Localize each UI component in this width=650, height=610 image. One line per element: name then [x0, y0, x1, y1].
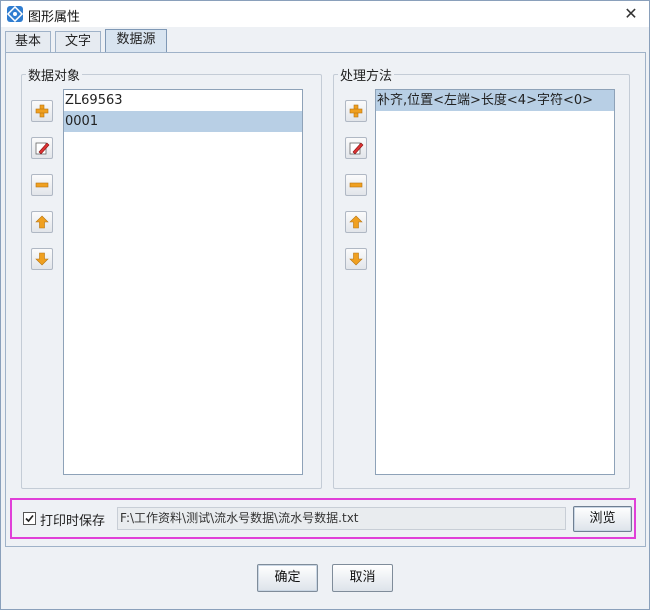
data-objects-list[interactable]: ZL69563 0001 — [63, 89, 303, 475]
app-icon — [7, 6, 23, 22]
footer-bar: 确定 取消 — [1, 547, 649, 609]
processing-group: 处理方法 补齐,位置<左端>长度<4>字符<0> — [333, 65, 630, 489]
data-objects-title: 数据对象 — [26, 65, 83, 84]
save-on-print-label: 打印时保存 — [40, 514, 106, 529]
save-on-print-checkbox[interactable] — [23, 512, 36, 525]
data-objects-group: 数据对象 ZL69563 0001 — [21, 65, 322, 489]
move-up-icon — [35, 215, 49, 229]
cancel-button[interactable]: 取消 — [332, 564, 393, 592]
proc-move-down-button[interactable] — [345, 248, 367, 270]
proc-add-button[interactable] — [345, 100, 367, 122]
browse-button[interactable]: 浏览 — [573, 506, 632, 532]
add-icon — [349, 104, 363, 118]
tab-text[interactable]: 文字 — [55, 31, 101, 53]
remove-icon — [349, 182, 363, 188]
save-path-field[interactable]: F:\工作资料\测试\流水号数据\流水号数据.txt — [117, 507, 566, 530]
edit-icon — [349, 142, 364, 155]
checkmark-icon — [25, 514, 34, 523]
ok-button[interactable]: 确定 — [257, 564, 318, 592]
title-bar: 图形属性 ✕ — [1, 1, 649, 27]
close-button[interactable]: ✕ — [621, 4, 641, 24]
processing-list[interactable]: 补齐,位置<左端>长度<4>字符<0> — [375, 89, 615, 475]
data-edit-button[interactable] — [31, 137, 53, 159]
proc-remove-button[interactable] — [345, 174, 367, 196]
list-item[interactable]: 补齐,位置<左端>长度<4>字符<0> — [376, 90, 614, 111]
add-icon — [35, 104, 49, 118]
remove-icon — [35, 182, 49, 188]
move-down-icon — [349, 252, 363, 266]
proc-move-up-button[interactable] — [345, 211, 367, 233]
window-title: 图形属性 — [28, 10, 81, 25]
dialog-window: 图形属性 ✕ 基本 文字 数据源 数据对象 ZL69563 0001 处理方法 … — [0, 0, 650, 610]
list-item[interactable]: ZL69563 — [64, 90, 302, 111]
tab-basic[interactable]: 基本 — [5, 31, 51, 53]
save-on-print-row: 打印时保存 F:\工作资料\测试\流水号数据\流水号数据.txt 浏览 — [10, 498, 636, 539]
processing-title: 处理方法 — [338, 65, 395, 84]
tab-datasource[interactable]: 数据源 — [105, 29, 167, 53]
data-add-button[interactable] — [31, 100, 53, 122]
list-item[interactable]: 0001 — [64, 111, 302, 132]
data-move-down-button[interactable] — [31, 248, 53, 270]
proc-edit-button[interactable] — [345, 137, 367, 159]
edit-icon — [35, 142, 50, 155]
move-down-icon — [35, 252, 49, 266]
data-move-up-button[interactable] — [31, 211, 53, 233]
close-icon: ✕ — [624, 4, 638, 23]
datasource-panel: 数据对象 ZL69563 0001 处理方法 补齐,位置<左端>长度<4>字符<… — [5, 52, 646, 547]
move-up-icon — [349, 215, 363, 229]
data-remove-button[interactable] — [31, 174, 53, 196]
